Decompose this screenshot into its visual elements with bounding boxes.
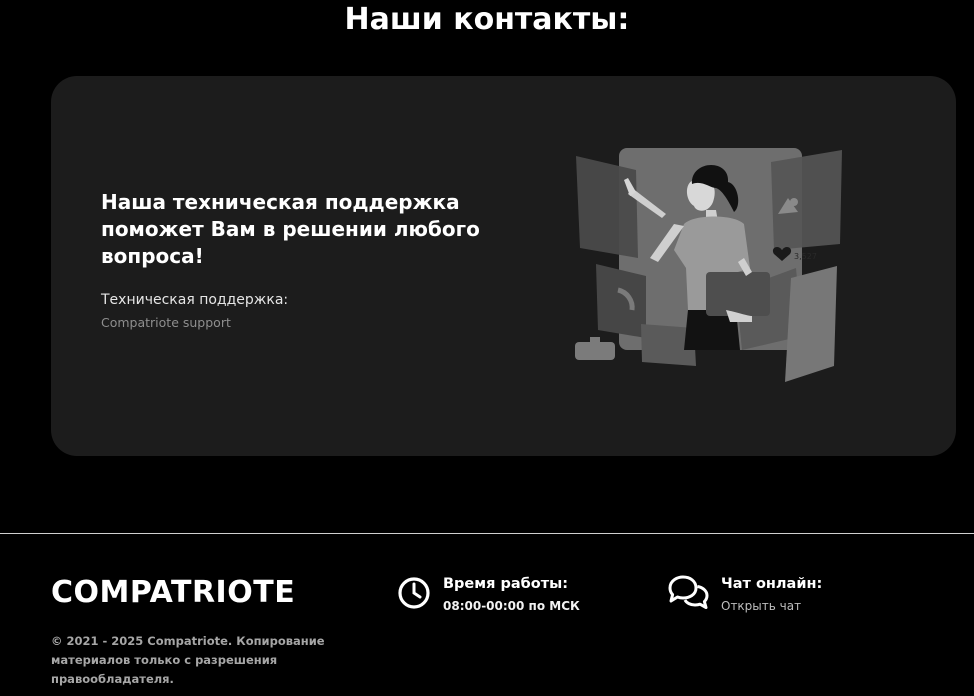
page-title: Наши контакты: — [344, 2, 630, 37]
clock-icon — [398, 577, 430, 609]
open-chat-link[interactable]: Открыть чат — [721, 599, 801, 613]
support-label: Техническая поддержка: — [101, 292, 289, 308]
footer-divider — [0, 533, 974, 534]
work-hours-title: Время работы: — [443, 576, 569, 592]
chat-bubbles-icon — [668, 575, 709, 609]
support-illustration: 3,527 — [575, 148, 842, 382]
likes-count: 3,527 — [794, 252, 817, 261]
work-hours-value: 08:00-00:00 по МСК — [443, 599, 580, 613]
chat-title: Чат онлайн: — [721, 576, 823, 592]
footer-logo[interactable]: COMPATRIOTE — [51, 575, 295, 610]
copyright-text: © 2021 - 2025 Compatriote. Копирование м… — [51, 634, 325, 686]
support-headline: Наша техническая поддержка поможет Вам в… — [101, 190, 480, 268]
support-card: Наша техническая поддержка поможет Вам в… — [51, 76, 956, 456]
support-link[interactable]: Compatriote support — [101, 315, 231, 330]
